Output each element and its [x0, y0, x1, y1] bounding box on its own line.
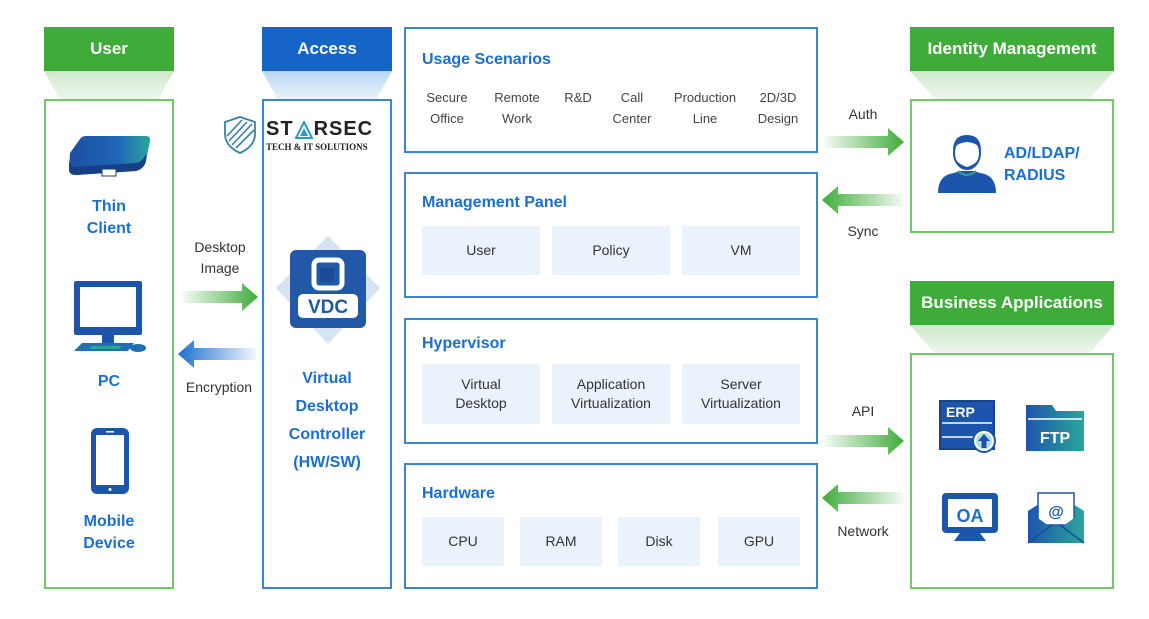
- vdc-controller-label: Virtual Desktop Controller (HW/SW): [288, 370, 366, 471]
- thin-client-icon: [66, 131, 154, 181]
- email-at-label: @: [1048, 504, 1064, 521]
- auth-arrow-icon: [824, 128, 904, 156]
- access-header-label: Access: [297, 39, 357, 58]
- user-header-label: User: [90, 39, 128, 58]
- starsec-shield-icon: [224, 116, 256, 154]
- access-header: Access: [262, 27, 392, 71]
- user-profile-icon: [936, 133, 998, 195]
- email-icon: @: [1026, 487, 1086, 547]
- identity-management-header: Identity Management: [910, 27, 1114, 71]
- encryption-arrow-icon: [178, 340, 256, 368]
- business-header-connector: [910, 325, 1114, 353]
- hypervisor-item-virtual-desktop: Virtual Desktop: [422, 364, 540, 424]
- logo-brand-left: ST: [266, 118, 294, 140]
- mobile-device-icon: [90, 427, 130, 495]
- hardware-title: Hardware: [422, 485, 495, 502]
- oa-icon: OA: [940, 491, 1000, 543]
- access-panel: VDC Virtual Desktop Controller (HW/SW): [262, 99, 392, 589]
- usage-scenarios-title: Usage Scenarios: [422, 51, 551, 68]
- user-devices-panel: Thin Client PC Mobile Device: [44, 99, 174, 589]
- auth-flow-label: Auth: [848, 106, 878, 122]
- management-panel-title: Management Panel: [422, 194, 567, 211]
- scenario-2d3d-design: 2D/3D Design: [757, 90, 799, 126]
- pc-label: PC: [97, 373, 121, 390]
- business-applications-header: Business Applications: [910, 281, 1114, 325]
- vdc-badge-text: VDC: [308, 297, 348, 318]
- thin-client-label: Thin Client: [86, 198, 132, 237]
- sync-flow-label: Sync: [847, 223, 879, 239]
- hardware-item-gpu: GPU: [718, 517, 800, 566]
- scenario-call-center: Call Center: [612, 90, 652, 126]
- management-item-user: User: [422, 226, 540, 275]
- scenario-remote-work: Remote Work: [494, 90, 540, 126]
- logo-triangle-icon: [294, 120, 313, 139]
- management-item-vm: VM: [682, 226, 800, 275]
- pc-icon: [72, 279, 148, 357]
- management-panel: Management Panel User Policy VM: [404, 172, 818, 298]
- desktop-image-arrow-icon: [182, 283, 258, 311]
- api-arrow-icon: [824, 427, 904, 455]
- ftp-label: FTP: [1040, 430, 1071, 447]
- identity-header-connector: [910, 71, 1114, 99]
- user-header-connector: [44, 71, 174, 99]
- network-arrow-icon: [822, 484, 904, 512]
- oa-label: OA: [957, 506, 984, 526]
- sync-arrow-icon: [822, 186, 904, 214]
- hypervisor-item-app-virtualization: Application Virtualization: [552, 364, 670, 424]
- hardware-item-disk: Disk: [618, 517, 700, 566]
- erp-label: ERP: [946, 404, 975, 420]
- network-flow-label: Network: [837, 523, 889, 539]
- hypervisor-panel: Hypervisor Virtual Desktop Application Vir…: [404, 318, 818, 444]
- usage-scenarios-panel: Usage Scenarios Secure Office Remote Work …: [404, 27, 818, 153]
- starsec-logo: ST RSEC TECH & IT SOLUTIONS: [266, 118, 386, 158]
- identity-management-panel: AD/LDAP/ RADIUS: [910, 99, 1114, 233]
- hardware-item-ram: RAM: [520, 517, 602, 566]
- hardware-item-cpu: CPU: [422, 517, 504, 566]
- encryption-flow-label: Encryption: [185, 379, 253, 395]
- logo-tagline: TECH & IT SOLUTIONS: [266, 142, 368, 152]
- scenario-rnd: R&D: [564, 90, 592, 105]
- business-applications-header-label: Business Applications: [921, 293, 1103, 312]
- hardware-panel: Hardware CPU RAM Disk GPU: [404, 463, 818, 589]
- desktop-image-flow-label: Desktop Image: [194, 239, 246, 276]
- management-item-policy: Policy: [552, 226, 670, 275]
- scenario-production-line: Production Line: [673, 90, 737, 126]
- ad-ldap-radius-label: AD/LDAP/ RADIUS: [1004, 145, 1080, 184]
- ftp-icon: FTP: [1024, 401, 1088, 453]
- vdc-icon: VDC: [276, 236, 380, 346]
- user-header: User: [44, 27, 174, 71]
- hypervisor-item-server-virtualization: Server Virtualization: [682, 364, 800, 424]
- scenario-secure-office: Secure Office: [426, 90, 468, 126]
- identity-management-header-label: Identity Management: [927, 39, 1097, 58]
- business-applications-panel: ERP FTP OA @: [910, 353, 1114, 589]
- logo-brand-right: RSEC: [313, 118, 374, 140]
- hypervisor-title: Hypervisor: [422, 335, 506, 352]
- erp-icon: ERP: [938, 399, 1000, 455]
- mobile-device-label: Mobile Device: [83, 513, 135, 552]
- api-flow-label: API: [851, 403, 875, 419]
- access-header-connector: [262, 71, 392, 99]
